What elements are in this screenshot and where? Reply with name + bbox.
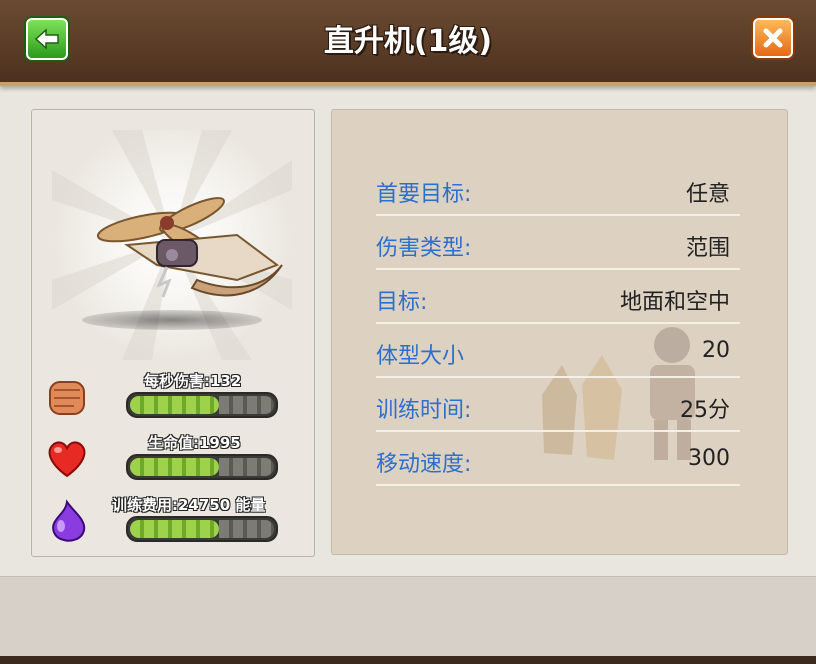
elixir-drop-icon <box>52 499 86 542</box>
info-value: 地面和空中 <box>619 290 730 315</box>
health-stat: 生命值:1995 <box>44 434 304 486</box>
info-row-damage-type: 伤害类型: 范围 <box>376 228 740 270</box>
info-label: 目标: <box>376 290 428 315</box>
damage-bar-empty <box>219 396 274 414</box>
helicopter-unit-image <box>96 197 283 298</box>
unit-preview-panel: 每秒伤害:132 生命值:1995 训练费用:24750 能量 <box>31 109 315 557</box>
health-bar-empty <box>219 458 274 476</box>
close-button[interactable] <box>753 18 793 58</box>
footer-bar <box>0 576 816 657</box>
close-x-icon <box>763 28 783 48</box>
info-label: 移动速度: <box>376 452 472 477</box>
info-label: 训练时间: <box>376 398 472 423</box>
info-label: 伤害类型: <box>376 236 472 261</box>
damage-bar <box>126 392 278 418</box>
info-row-targets: 目标: 地面和空中 <box>376 282 740 324</box>
info-row-movement-speed: 移动速度: 300 <box>376 444 740 486</box>
info-value: 300 <box>688 446 730 471</box>
heart-icon <box>48 441 86 478</box>
info-label: 体型大小 <box>376 344 465 369</box>
health-bar <box>126 454 278 480</box>
info-row-training-time: 训练时间: 25分 <box>376 390 740 432</box>
damage-bar-fill <box>130 396 219 414</box>
footer-edge <box>0 656 816 664</box>
info-value: 20 <box>702 338 730 363</box>
cost-bar-empty <box>219 520 274 538</box>
fist-icon <box>49 381 85 415</box>
cost-text: 训练费用:24750 能量 <box>112 496 266 514</box>
health-text: 生命值:1995 <box>148 434 241 452</box>
health-bar-fill <box>130 458 219 476</box>
info-row-primary-target: 首要目标: 任意 <box>376 174 740 216</box>
cost-bar <box>126 516 278 542</box>
info-value: 25分 <box>680 398 730 423</box>
cost-stat: 训练费用:24750 能量 <box>44 496 304 548</box>
info-label: 首要目标: <box>376 182 472 207</box>
info-value: 任意 <box>685 182 730 207</box>
info-row-housing-space: 体型大小 20 <box>376 336 740 378</box>
damage-text: 每秒伤害:132 <box>144 372 242 390</box>
page-title: 直升机(1级) <box>323 24 493 59</box>
header-bar: 直升机(1级) <box>0 0 816 86</box>
cost-bar-fill <box>130 520 219 538</box>
info-value: 范围 <box>685 236 730 261</box>
unit-info-panel: 首要目标: 任意 伤害类型: 范围 目标: 地面和空中 体型大小 20 训练时间… <box>331 109 788 555</box>
damage-stat: 每秒伤害:132 <box>44 372 304 424</box>
